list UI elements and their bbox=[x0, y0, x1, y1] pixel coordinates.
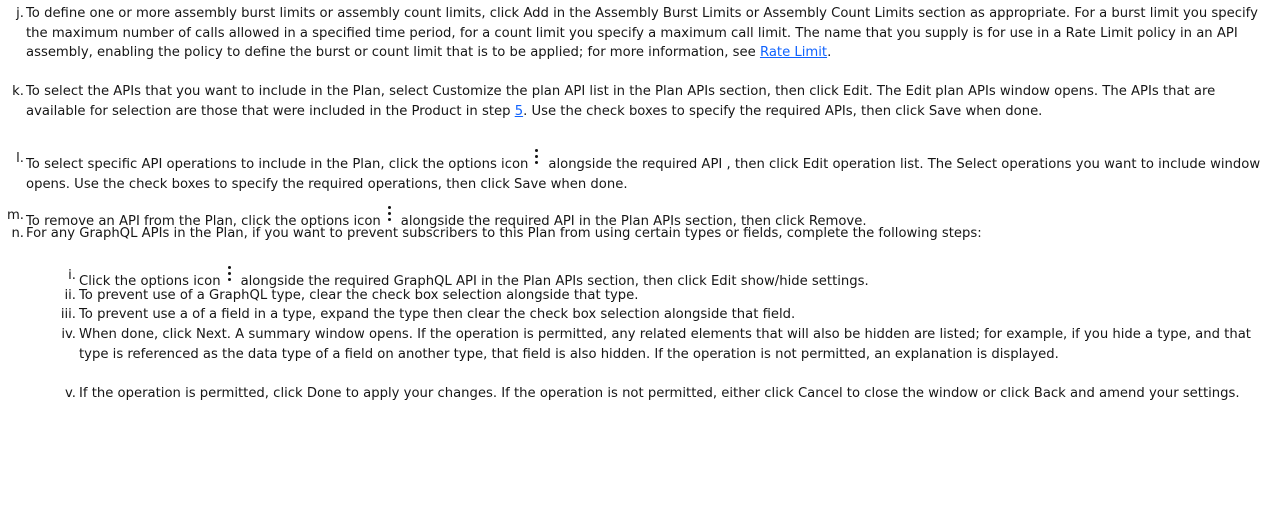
step-body: To select the APIs that you want to incl… bbox=[26, 82, 1262, 121]
step-5-link[interactable]: 5 bbox=[515, 104, 523, 119]
substep-body: To prevent use a of a field in a type, e… bbox=[79, 305, 1262, 325]
substep-body: If the operation is permitted, click Don… bbox=[79, 384, 1262, 404]
step-marker: k. bbox=[12, 84, 24, 99]
rate-limit-link[interactable]: Rate Limit bbox=[760, 45, 827, 60]
step-body: To select specific API operations to inc… bbox=[26, 149, 1262, 194]
step-body: For any GraphQL APIs in the Plan, if you… bbox=[26, 224, 1262, 244]
substep-marker: ii. bbox=[64, 288, 76, 303]
step-marker: j. bbox=[16, 6, 24, 21]
substep-text: When done, click Next. A summary window … bbox=[79, 327, 1251, 362]
step-text: To define one or more assembly burst lim… bbox=[26, 6, 1258, 60]
substep-text: To prevent use a of a field in a type, e… bbox=[79, 307, 796, 322]
substep-body: When done, click Next. A summary window … bbox=[79, 325, 1262, 364]
substep-body: To prevent use of a GraphQL type, clear … bbox=[79, 286, 1262, 306]
step-marker: l. bbox=[16, 151, 24, 166]
step-marker: n. bbox=[11, 226, 24, 241]
step-text-end: . Use the check boxes to specify the req… bbox=[523, 103, 1043, 119]
step-marker: m. bbox=[6, 208, 24, 223]
substep-marker: i. bbox=[68, 268, 76, 283]
step-text-end: . bbox=[827, 45, 832, 60]
substep-marker: iv. bbox=[61, 327, 76, 342]
step-body: To define one or more assembly burst lim… bbox=[26, 4, 1262, 63]
substep-marker: iii. bbox=[60, 307, 76, 322]
step-text: For any GraphQL APIs in the Plan, if you… bbox=[26, 226, 982, 241]
options-kebab-icon bbox=[384, 206, 396, 225]
options-kebab-icon bbox=[531, 149, 543, 168]
document-page: j. To define one or more assembly burst … bbox=[0, 0, 1283, 510]
step-text: To select specific API operations to inc… bbox=[26, 157, 529, 172]
options-kebab-icon bbox=[224, 266, 236, 285]
substep-text: To prevent use of a GraphQL type, clear … bbox=[79, 288, 639, 303]
substep-text: If the operation is permitted, click Don… bbox=[79, 386, 1240, 401]
substep-marker: v. bbox=[65, 386, 76, 401]
